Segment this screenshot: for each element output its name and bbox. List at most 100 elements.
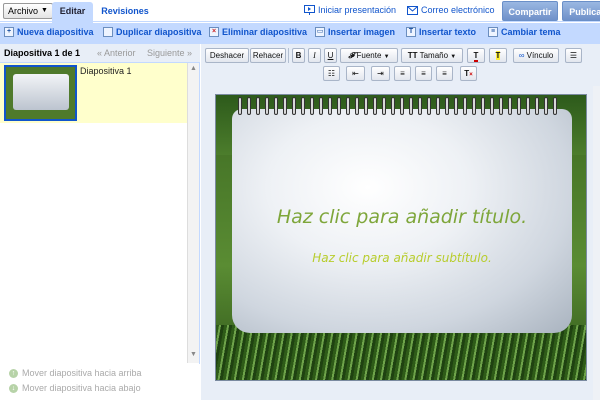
spiral-ring (481, 97, 485, 115)
slide-canvas-area: Haz clic para añadir título. Haz clic pa… (201, 86, 600, 400)
spiral-ring (328, 97, 332, 115)
tab-revisiones[interactable]: Revisiones (95, 2, 155, 23)
increase-indent-button[interactable]: ⇥ (371, 66, 390, 81)
spiral-ring (526, 97, 530, 115)
spiral-ring (301, 97, 305, 115)
slide-list-item[interactable]: Diapositiva 1 (0, 63, 187, 123)
new-slide-button[interactable]: + Nueva diapositiva (4, 27, 94, 37)
align-center-button[interactable]: ≡ (415, 66, 432, 81)
spiral-ring (490, 97, 494, 115)
font-icon: 𝓕 (348, 51, 355, 60)
tab-editar[interactable]: Editar (52, 2, 93, 23)
top-bar: Archivo ▼ Editar Revisiones Iniciar pres… (0, 0, 600, 23)
format-toolbar: Deshacer Rehacer B I U 𝓕 Fuente ▼ TT Tam… (201, 44, 600, 84)
duplicate-slide-icon (103, 27, 113, 37)
move-slide-down-button[interactable]: ↓ Mover diapositiva hacia abajo (9, 383, 141, 393)
insert-image-button[interactable]: ▭ Insertar imagen (315, 27, 395, 37)
next-slide-link[interactable]: Siguiente » (147, 48, 192, 58)
bold-button[interactable]: B (292, 48, 305, 63)
spiral-ring (274, 97, 278, 115)
align-left-button[interactable]: ≡ (394, 66, 411, 81)
spiral-ring (256, 97, 260, 115)
slide-name: Diapositiva 1 (80, 66, 132, 76)
slide-canvas[interactable]: Haz clic para añadir título. Haz clic pa… (215, 94, 587, 381)
slide-action-toolbar: + Nueva diapositiva Duplicar diapositiva… (0, 23, 600, 44)
spiral-ring (346, 97, 350, 115)
duplicate-slide-button[interactable]: Duplicar diapositiva (103, 27, 202, 37)
slide-list: Diapositiva 1 (0, 63, 187, 363)
numbered-list-button[interactable]: ☰ (565, 48, 582, 63)
indent-icon: ⇥ (377, 69, 384, 78)
change-theme-button[interactable]: ≡ Cambiar tema (488, 27, 561, 37)
start-presentation-link[interactable]: Iniciar presentación (304, 5, 396, 15)
bulleted-list-icon: ☷ (327, 69, 336, 78)
spiral-ring (364, 97, 368, 115)
spiral-ring (472, 97, 476, 115)
spiral-ring (463, 97, 467, 115)
delete-slide-button[interactable]: × Eliminar diapositiva (209, 27, 307, 37)
email-link[interactable]: Correo electrónico (407, 5, 495, 15)
slide-sorter-header: Diapositiva 1 de 1 « Anterior Siguiente … (0, 44, 200, 63)
highlight-color-button[interactable]: T (489, 48, 507, 63)
title-placeholder[interactable]: Haz clic para añadir título. (216, 206, 586, 228)
previous-slide-link[interactable]: « Anterior (97, 48, 136, 58)
clear-formatting-button[interactable]: T× (460, 66, 477, 81)
spiral-ring (544, 97, 548, 115)
subtitle-placeholder[interactable]: Haz clic para añadir subtítulo. (216, 251, 586, 265)
text-icon: T (406, 27, 416, 37)
chevron-down-icon: ▼ (450, 54, 457, 60)
thumbnail-paper-image (13, 74, 69, 110)
spiral-ring (454, 97, 458, 115)
spiral-ring (508, 97, 512, 115)
decrease-indent-button[interactable]: ⇤ (346, 66, 365, 81)
spiral-ring (247, 97, 251, 115)
slide-sorter-panel: Diapositiva 1 de 1 « Anterior Siguiente … (0, 44, 200, 400)
editor-scrollbar[interactable] (593, 86, 600, 400)
background-grass-bottom (216, 325, 586, 380)
slide-count: Diapositiva 1 de 1 (4, 48, 81, 58)
bulleted-list-button[interactable]: ☷ (323, 66, 340, 81)
delete-slide-label: Eliminar diapositiva (222, 27, 308, 37)
slide-list-scrollbar[interactable]: ▲ ▼ (187, 63, 199, 363)
move-slide-up-button[interactable]: ↑ Mover diapositiva hacia arriba (9, 368, 142, 378)
text-color-icon: T (473, 51, 479, 62)
spiral-ring (283, 97, 287, 115)
redo-button[interactable]: Rehacer (250, 48, 286, 63)
size-select[interactable]: TT Tamaño ▼ (401, 48, 463, 63)
archivo-menu-button[interactable]: Archivo ▼ (3, 3, 53, 19)
scroll-down-icon[interactable]: ▼ (190, 351, 197, 358)
numbered-list-icon: ☰ (569, 51, 578, 60)
slide-editor: Deshacer Rehacer B I U 𝓕 Fuente ▼ TT Tam… (201, 44, 600, 400)
align-right-icon: ≡ (442, 69, 447, 78)
scroll-up-icon[interactable]: ▲ (190, 65, 197, 72)
insert-text-button[interactable]: T Insertar texto (406, 27, 476, 37)
text-color-button[interactable]: T (467, 48, 485, 63)
share-button[interactable]: Compartir (502, 1, 558, 21)
toolbar-separator (288, 48, 289, 63)
new-slide-icon: + (4, 27, 14, 37)
theme-icon: ≡ (488, 27, 498, 37)
spiral-ring (382, 97, 386, 115)
arrow-down-icon: ↓ (9, 383, 18, 393)
align-right-button[interactable]: ≡ (436, 66, 453, 81)
spiral-ring (400, 97, 404, 115)
change-theme-label: Cambiar tema (501, 27, 561, 37)
archivo-label: Archivo (8, 6, 39, 16)
font-select[interactable]: 𝓕 Fuente ▼ (340, 48, 398, 63)
undo-button[interactable]: Deshacer (205, 48, 249, 63)
envelope-icon (407, 5, 418, 15)
publish-button[interactable]: Publicar (562, 1, 600, 21)
presentation-icon (304, 5, 315, 15)
arrow-up-icon: ↑ (9, 368, 18, 378)
slide-thumbnail[interactable] (4, 65, 77, 121)
spiral-binding (238, 97, 568, 117)
underline-button[interactable]: U (324, 48, 337, 63)
link-button[interactable]: ∞ Vínculo (513, 48, 559, 63)
spiral-ring (310, 97, 314, 115)
spiral-ring (535, 97, 539, 115)
spiral-ring (436, 97, 440, 115)
italic-button[interactable]: I (308, 48, 321, 63)
chevron-down-icon: ▼ (41, 7, 48, 14)
email-label: Correo electrónico (421, 5, 495, 15)
move-up-label: Mover diapositiva hacia arriba (22, 368, 142, 378)
